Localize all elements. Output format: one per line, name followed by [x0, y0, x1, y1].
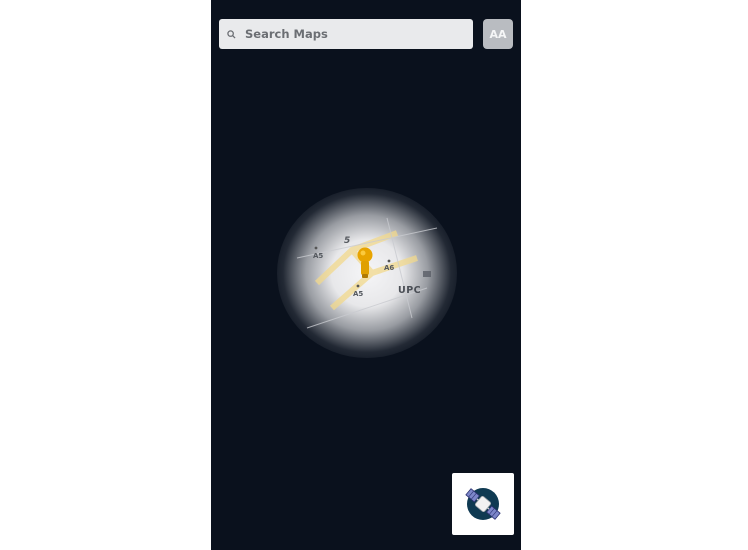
- map-label-area: UPC: [398, 285, 422, 296]
- map-label-a5-bottom: A5: [353, 290, 364, 298]
- map-screen: 5 A5 A6 A5 UPC AA: [211, 0, 521, 550]
- satellite-icon: [465, 488, 501, 520]
- map-label-a6: A6: [384, 264, 395, 272]
- map-label-a5-top: A5: [313, 252, 324, 260]
- search-icon: [227, 28, 239, 40]
- text-size-button[interactable]: AA: [483, 19, 513, 49]
- map-label-road-5: 5: [344, 236, 351, 246]
- location-pin-icon[interactable]: [357, 247, 373, 281]
- search-input[interactable]: [245, 27, 445, 41]
- satellite-view-button[interactable]: [452, 473, 514, 535]
- search-bar[interactable]: [219, 19, 473, 49]
